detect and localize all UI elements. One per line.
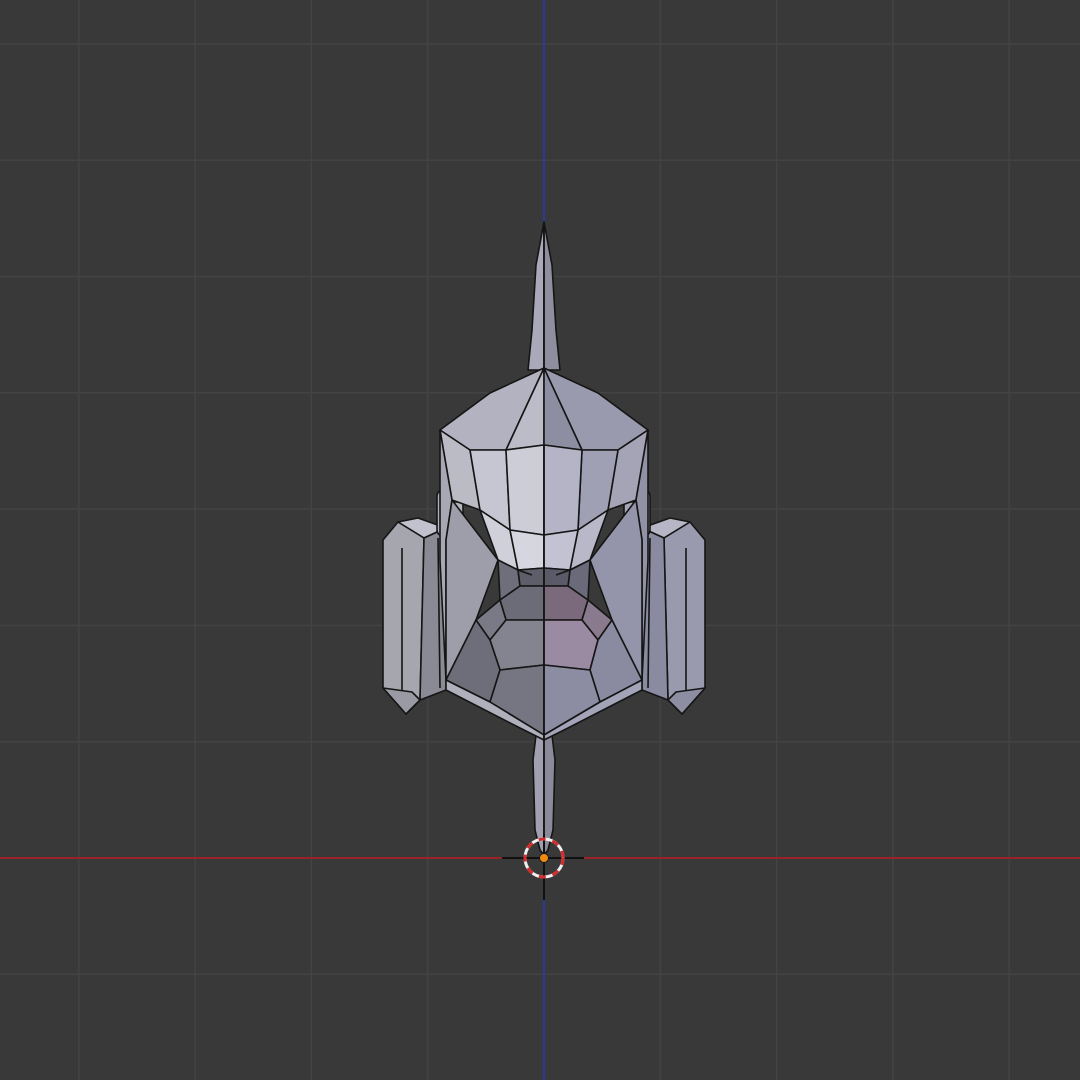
3d-viewport[interactable] [0,0,1080,1080]
left-engine-pod [382,517,447,715]
right-engine-pod [641,517,706,715]
object-origin-icon[interactable] [539,853,549,863]
viewport-canvas[interactable] [0,0,1080,1080]
